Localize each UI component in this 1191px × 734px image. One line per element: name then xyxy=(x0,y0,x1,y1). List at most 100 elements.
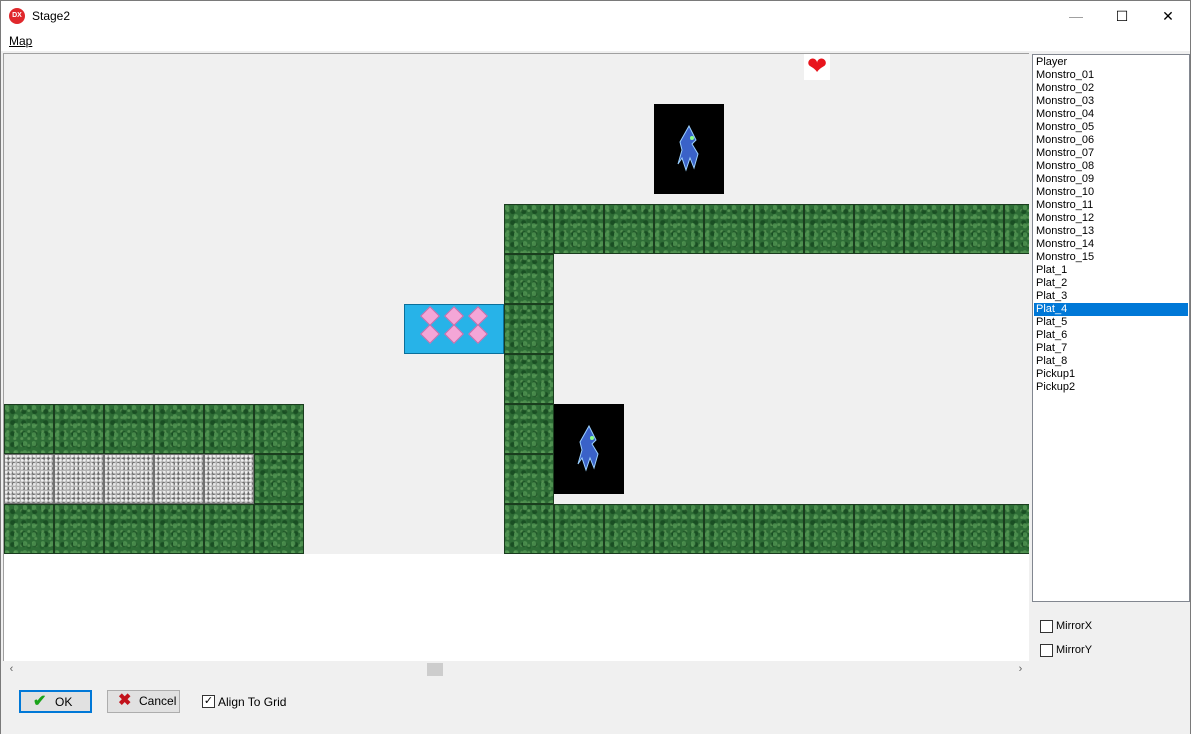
list-item[interactable]: Plat_5 xyxy=(1034,316,1188,329)
scroll-left-icon[interactable]: ‹ xyxy=(3,661,20,678)
editor-window: DX Stage2 — ☐ ✕ Map ❤ ‹ › Player Monstro… xyxy=(0,0,1191,734)
check-icon: ✔ xyxy=(33,693,47,710)
grass-tile[interactable] xyxy=(104,504,154,554)
list-item[interactable]: Monstro_11 xyxy=(1034,199,1188,212)
heart-icon[interactable]: ❤ xyxy=(804,54,830,80)
list-item[interactable]: Monstro_02 xyxy=(1034,82,1188,95)
gem-icon xyxy=(468,324,488,344)
grass-tile[interactable] xyxy=(804,504,854,554)
stone-tile[interactable] xyxy=(4,454,54,504)
list-item[interactable]: Monstro_13 xyxy=(1034,225,1188,238)
menu-bar: Map xyxy=(1,31,1190,51)
list-item[interactable]: Monstro_04 xyxy=(1034,108,1188,121)
grass-tile[interactable] xyxy=(4,404,54,454)
grass-tile[interactable] xyxy=(254,504,304,554)
grass-tile[interactable] xyxy=(154,404,204,454)
map-canvas[interactable]: ❤ xyxy=(3,53,1029,661)
monster-sprite[interactable] xyxy=(554,404,624,494)
list-item[interactable]: Monstro_12 xyxy=(1034,212,1188,225)
list-item[interactable]: Pickup2 xyxy=(1034,381,1188,394)
list-item[interactable]: Plat_2 xyxy=(1034,277,1188,290)
grass-tile[interactable] xyxy=(504,504,554,554)
grass-tile[interactable] xyxy=(254,454,304,504)
mirrory-checkbox[interactable] xyxy=(1040,644,1053,657)
grass-tile[interactable] xyxy=(904,204,954,254)
grass-tile[interactable] xyxy=(504,354,554,404)
minimize-button[interactable]: — xyxy=(1053,1,1099,31)
close-button[interactable]: ✕ xyxy=(1145,1,1191,31)
grass-tile[interactable] xyxy=(704,204,754,254)
grass-tile[interactable] xyxy=(254,404,304,454)
list-item[interactable]: Monstro_03 xyxy=(1034,95,1188,108)
list-item[interactable]: Monstro_05 xyxy=(1034,121,1188,134)
list-item[interactable]: Plat_8 xyxy=(1034,355,1188,368)
gem-icon xyxy=(468,306,488,326)
grass-tile[interactable] xyxy=(704,504,754,554)
title-bar[interactable]: DX Stage2 — ☐ ✕ xyxy=(1,1,1190,31)
stone-tile[interactable] xyxy=(154,454,204,504)
list-item[interactable]: Plat_4 xyxy=(1034,303,1188,316)
grass-tile[interactable] xyxy=(504,404,554,454)
stone-tile[interactable] xyxy=(204,454,254,504)
grass-tile[interactable] xyxy=(54,504,104,554)
object-list[interactable]: Player Monstro_01 Monstro_02 Monstro_03 Mons… xyxy=(1032,54,1190,602)
grass-tile[interactable] xyxy=(554,504,604,554)
list-item[interactable]: Plat_6 xyxy=(1034,329,1188,342)
align-to-grid-checkbox[interactable]: ✓ xyxy=(202,695,215,708)
monster-icon xyxy=(677,124,699,172)
list-item[interactable]: Monstro_01 xyxy=(1034,69,1188,82)
list-item[interactable]: Monstro_15 xyxy=(1034,251,1188,264)
list-item[interactable]: Pickup1 xyxy=(1034,368,1188,381)
grass-tile[interactable] xyxy=(504,304,554,354)
gem-icon xyxy=(444,324,464,344)
cancel-button[interactable]: ✖ Cancel xyxy=(107,690,180,713)
grass-tile[interactable] xyxy=(1004,504,1029,554)
grass-tile[interactable] xyxy=(554,204,604,254)
grass-tile[interactable] xyxy=(104,404,154,454)
grass-tile[interactable] xyxy=(504,254,554,304)
grass-tile[interactable] xyxy=(54,404,104,454)
grass-tile[interactable] xyxy=(954,204,1004,254)
list-item[interactable]: Monstro_09 xyxy=(1034,173,1188,186)
list-item[interactable]: Player xyxy=(1034,56,1188,69)
grass-tile[interactable] xyxy=(4,504,54,554)
grass-tile[interactable] xyxy=(604,504,654,554)
grass-tile[interactable] xyxy=(954,504,1004,554)
grass-tile[interactable] xyxy=(1004,204,1029,254)
mirrorx-checkbox[interactable] xyxy=(1040,620,1053,633)
list-item[interactable]: Monstro_14 xyxy=(1034,238,1188,251)
horizontal-scrollbar[interactable]: ‹ › xyxy=(3,661,1029,678)
grass-tile[interactable] xyxy=(154,504,204,554)
grass-tile[interactable] xyxy=(654,204,704,254)
grass-tile[interactable] xyxy=(754,204,804,254)
grass-tile[interactable] xyxy=(504,454,554,504)
grass-tile[interactable] xyxy=(504,204,554,254)
cancel-label: Cancel xyxy=(139,694,177,708)
maximize-button[interactable]: ☐ xyxy=(1099,1,1145,31)
grass-tile[interactable] xyxy=(854,504,904,554)
grass-tile[interactable] xyxy=(904,504,954,554)
list-item[interactable]: Monstro_06 xyxy=(1034,134,1188,147)
stone-tile[interactable] xyxy=(104,454,154,504)
list-item[interactable]: Plat_7 xyxy=(1034,342,1188,355)
grass-tile[interactable] xyxy=(204,404,254,454)
grass-tile[interactable] xyxy=(754,504,804,554)
app-icon: DX xyxy=(9,8,25,24)
list-item[interactable]: Monstro_10 xyxy=(1034,186,1188,199)
menu-map[interactable]: Map xyxy=(9,34,32,48)
grass-tile[interactable] xyxy=(204,504,254,554)
list-item[interactable]: Plat_1 xyxy=(1034,264,1188,277)
ice-block[interactable] xyxy=(404,304,504,354)
monster-sprite[interactable] xyxy=(654,104,724,194)
grass-tile[interactable] xyxy=(854,204,904,254)
scroll-thumb[interactable] xyxy=(427,663,443,676)
grass-tile[interactable] xyxy=(654,504,704,554)
ok-button[interactable]: ✔ OK xyxy=(19,690,92,713)
grass-tile[interactable] xyxy=(604,204,654,254)
scroll-right-icon[interactable]: › xyxy=(1012,661,1029,678)
list-item[interactable]: Monstro_08 xyxy=(1034,160,1188,173)
list-item[interactable]: Monstro_07 xyxy=(1034,147,1188,160)
list-item[interactable]: Plat_3 xyxy=(1034,290,1188,303)
grass-tile[interactable] xyxy=(804,204,854,254)
stone-tile[interactable] xyxy=(54,454,104,504)
